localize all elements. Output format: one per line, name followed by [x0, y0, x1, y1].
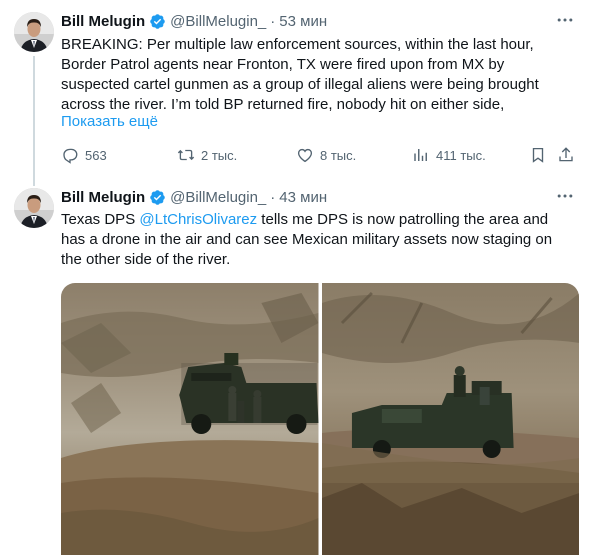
verified-badge-icon — [150, 13, 165, 29]
avatar[interactable] — [14, 12, 54, 52]
bookmark-button[interactable] — [529, 145, 547, 165]
tweet-2[interactable]: Bill Melugin @BillMelugin_ · 43 мин Texa… — [0, 176, 589, 555]
views-icon — [414, 149, 427, 161]
separator-dot: · — [270, 12, 276, 30]
timestamp[interactable]: 43 мин — [279, 189, 327, 206]
tweet-actions: 563 2 тыс. 8 тыс. 411 тыс. — [61, 145, 575, 165]
tweet-header: Bill Melugin @BillMelugin_ · 43 мин — [61, 187, 327, 207]
media-photo-1[interactable] — [61, 283, 319, 555]
media-grid — [61, 283, 579, 555]
tweet-header: Bill Melugin @BillMelugin_ · 53 мин — [61, 11, 327, 31]
author-name[interactable]: Bill Melugin — [61, 189, 145, 206]
more-dots-icon[interactable] — [555, 186, 575, 206]
like-button[interactable]: 8 тыс. — [296, 145, 356, 165]
author-name[interactable]: Bill Melugin — [61, 13, 145, 30]
share-button[interactable] — [557, 145, 575, 165]
views-button[interactable]: 411 тыс. — [412, 145, 486, 165]
reply-button[interactable]: 563 — [61, 145, 107, 165]
avatar[interactable] — [14, 188, 54, 228]
heart-icon — [297, 148, 313, 163]
share-icon — [559, 147, 573, 162]
author-handle[interactable]: @BillMelugin_ — [170, 189, 266, 206]
tweet-1[interactable]: Bill Melugin @BillMelugin_ · 53 мин BREA… — [0, 0, 589, 186]
tweet-text: Texas DPS @LtChrisOlivarez tells me DPS … — [61, 210, 559, 270]
views-count: 411 тыс. — [436, 147, 486, 163]
mention-link[interactable]: @LtChrisOlivarez — [139, 211, 257, 228]
retweet-button[interactable]: 2 тыс. — [177, 145, 237, 165]
text-before-mention: Texas DPS — [61, 211, 140, 228]
like-count: 8 тыс. — [320, 147, 357, 163]
more-dots-icon[interactable] — [555, 10, 575, 30]
retweet-count: 2 тыс. — [201, 147, 238, 163]
retweet-icon — [177, 149, 195, 161]
author-handle[interactable]: @BillMelugin_ — [170, 13, 266, 30]
tweet-text: BREAKING: Per multiple law enforcement s… — [61, 36, 539, 113]
separator-dot: · — [270, 188, 276, 206]
media-photo-2[interactable] — [321, 283, 579, 555]
show-more-link[interactable]: Показать ещё — [61, 113, 158, 130]
thread-line — [33, 56, 35, 186]
timestamp[interactable]: 53 мин — [279, 13, 327, 30]
reply-icon — [63, 148, 78, 164]
reply-count: 563 — [85, 147, 107, 163]
verified-badge-icon — [150, 189, 165, 205]
bookmark-icon — [532, 147, 544, 163]
